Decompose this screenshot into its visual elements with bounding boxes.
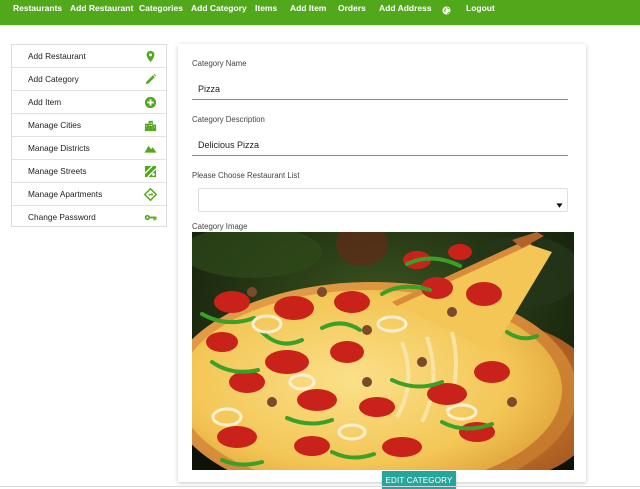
sidebar-item-add-category[interactable]: Add Category (12, 68, 166, 91)
restaurant-select[interactable] (198, 188, 568, 212)
restaurant-list-label: Please Choose Restaurant List (192, 171, 300, 180)
sidebar-item-label: Manage Districts (28, 143, 90, 153)
nav-add-category[interactable]: Add Category (191, 0, 247, 18)
sidebar-item-label: Add Item (28, 97, 62, 107)
nav-orders[interactable]: Orders (338, 0, 366, 18)
key-icon (144, 211, 157, 224)
dropdown-arrow-icon (556, 196, 563, 208)
globe-icon[interactable] (442, 4, 451, 15)
plus-circle-icon (144, 96, 157, 109)
page-bottom-divider (0, 486, 640, 487)
nav-items[interactable]: Items (255, 0, 277, 18)
sidebar-item-manage-streets[interactable]: Manage Streets (12, 160, 166, 183)
pencil-icon (144, 73, 157, 86)
sidebar-item-label: Add Restaurant (28, 51, 86, 61)
category-description-input[interactable] (192, 134, 568, 156)
sidebar-item-label: Change Password (28, 212, 96, 222)
sidebar-item-label: Manage Cities (28, 120, 82, 130)
nav-logout[interactable]: Logout (466, 0, 495, 18)
nav-add-item[interactable]: Add Item (290, 0, 326, 18)
sidebar-item-add-restaurant[interactable]: Add Restaurant (12, 45, 166, 68)
sidebar-item-manage-apartments[interactable]: Manage Apartments (12, 183, 166, 206)
category-description-label: Category Description (192, 115, 265, 124)
navbar-shadow (0, 25, 640, 27)
top-navbar: Restaurants Add Restaurant Categories Ad… (0, 0, 640, 25)
nav-add-restaurant[interactable]: Add Restaurant (70, 0, 133, 18)
category-name-input[interactable] (192, 78, 568, 100)
nav-categories[interactable]: Categories (139, 0, 183, 18)
mountain-icon (144, 142, 157, 155)
sidebar-item-label: Manage Apartments (28, 189, 103, 199)
sidebar-item-manage-cities[interactable]: Manage Cities (12, 114, 166, 137)
category-name-label: Category Name (192, 59, 247, 68)
sidebar-menu: Add Restaurant Add Category Add Item Man… (11, 44, 167, 227)
sidebar-item-manage-districts[interactable]: Manage Districts (12, 137, 166, 160)
street-map-icon (144, 165, 157, 178)
sidebar-item-label: Manage Streets (28, 166, 87, 176)
diamond-direction-icon (144, 188, 157, 201)
nav-restaurants[interactable]: Restaurants (13, 0, 62, 18)
map-marker-icon (144, 50, 157, 63)
sidebar-item-change-password[interactable]: Change Password (12, 206, 166, 229)
sidebar-item-label: Add Category (28, 74, 79, 84)
category-image (192, 232, 574, 470)
nav-add-address[interactable]: Add Address (379, 0, 432, 18)
city-icon (144, 119, 157, 132)
category-image-label: Category Image (192, 222, 248, 231)
sidebar-item-add-item[interactable]: Add Item (12, 91, 166, 114)
